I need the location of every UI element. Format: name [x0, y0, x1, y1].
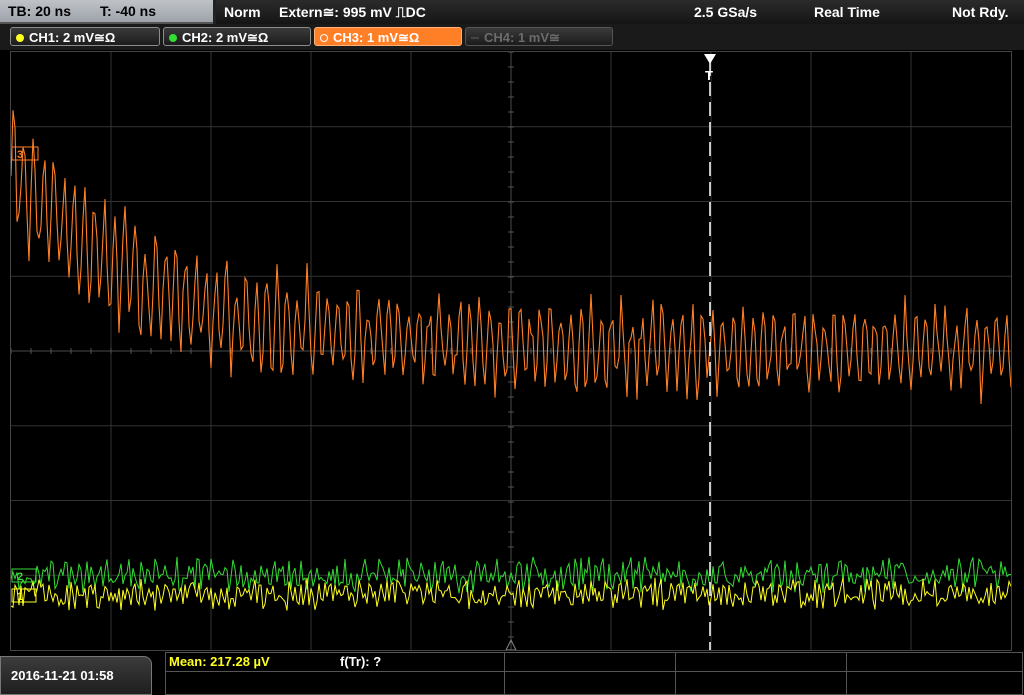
graticule	[11, 52, 1011, 650]
channel-3-label: CH3: 1 mV≅Ω	[333, 30, 420, 45]
measurement-cell-3	[675, 652, 847, 672]
acquisition-mode: Real Time	[814, 4, 880, 20]
channel-1-level-number: 1	[17, 591, 23, 603]
measurement-cell-5	[165, 671, 505, 695]
channel-2-dot-icon	[169, 34, 177, 42]
channel-3-level-number: 3	[17, 149, 23, 161]
channel-2-label: CH2: 2 mV≅Ω	[182, 30, 269, 45]
trigger-source: Extern≅: 995 mV ⎍DC	[279, 4, 426, 20]
timebase-panel[interactable]: TB: 20 ns T: -40 ns	[0, 0, 213, 24]
channel-2-level-number: 2	[17, 571, 23, 583]
channel-1-dot-icon	[16, 34, 24, 42]
channel-bar: CH1: 2 mV≅Ω CH2: 2 mV≅Ω CH3: 1 mV≅Ω CH4:…	[0, 24, 1024, 50]
channel-3-button[interactable]: CH3: 1 mV≅Ω	[314, 27, 462, 46]
sample-rate: 2.5 GSa/s	[694, 4, 758, 20]
run-state: Not Rdy.	[952, 4, 1009, 20]
channel-2-button[interactable]: CH2: 2 mV≅Ω	[163, 27, 311, 46]
ftr-measurement: f(Tr): ?	[340, 654, 382, 669]
channel-4-button[interactable]: CH4: 1 mV≅	[465, 27, 613, 46]
timebase-label: TB: 20 ns	[8, 3, 72, 19]
measurement-cell-4	[846, 652, 1023, 672]
measurement-cell-7	[675, 671, 847, 695]
bottom-bar: 2016-11-21 01:58 Mean: 217.28 µV f(Tr): …	[0, 652, 1024, 695]
measurement-panel[interactable]: Mean: 217.28 µV f(Tr): ?	[165, 652, 1023, 695]
waveform-canvas: T 3 2 1	[11, 52, 1011, 650]
channel-4-dash-icon	[471, 37, 479, 39]
trigger-arrow-icon[interactable]	[704, 54, 716, 64]
channel-3-dot-icon	[320, 34, 328, 42]
date-time-display: 2016-11-21 01:58	[0, 656, 152, 695]
acquisition-status[interactable]: Norm Extern≅: 995 mV ⎍DC 2.5 GSa/s Real …	[216, 0, 1024, 24]
trigger-mode: Norm	[224, 4, 261, 20]
trigger-marker: T	[705, 68, 713, 83]
mean-measurement: Mean: 217.28 µV	[169, 654, 270, 669]
measurement-cell-8	[846, 671, 1023, 695]
waveform-display[interactable]: T 3 2 1	[10, 51, 1012, 651]
channel-1-label: CH1: 2 mV≅Ω	[29, 30, 116, 45]
measurement-cell-2	[504, 652, 676, 672]
channel-4-label: CH4: 1 mV≅	[484, 30, 560, 45]
measurement-cell-6	[504, 671, 676, 695]
top-bar: TB: 20 ns T: -40 ns Norm Extern≅: 995 mV…	[0, 0, 1024, 24]
channel-1-button[interactable]: CH1: 2 mV≅Ω	[10, 27, 160, 46]
trigger-time-label: T: -40 ns	[100, 3, 157, 19]
